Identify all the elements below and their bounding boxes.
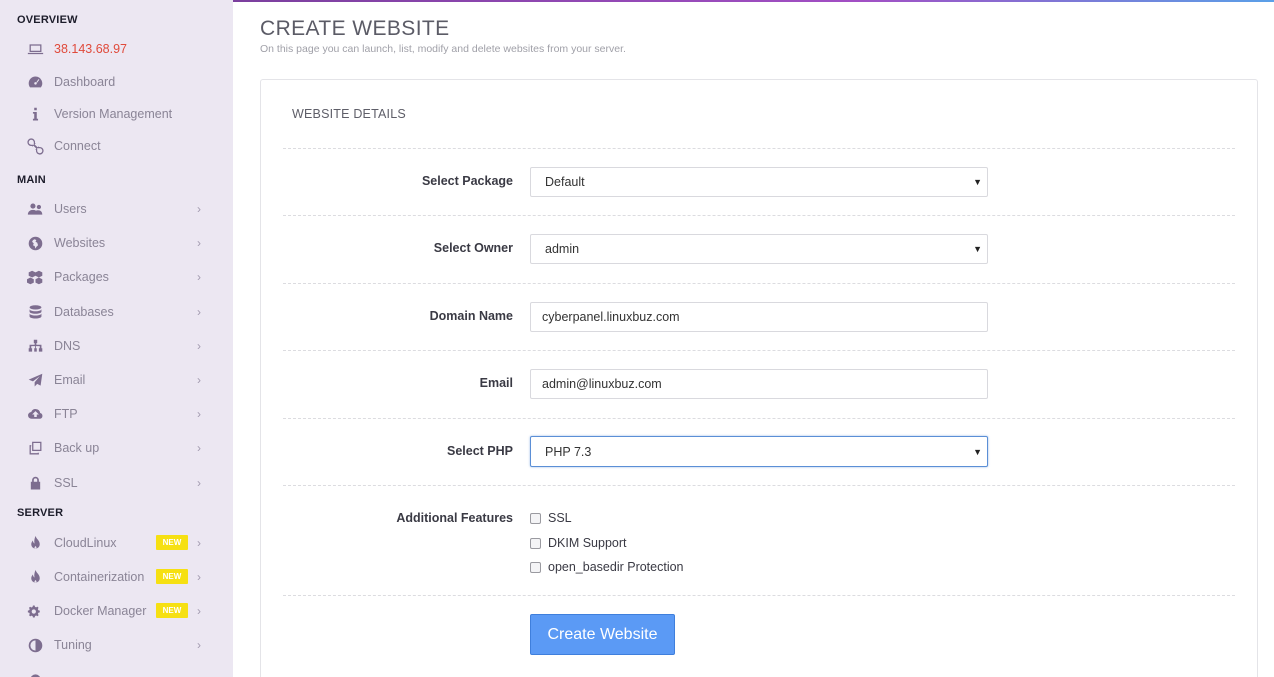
select-php-value: PHP 7.3 [545, 444, 592, 459]
sidebar-item-partial[interactable] [0, 664, 233, 677]
email-value: admin@linuxbuz.com [542, 377, 662, 391]
divider [283, 215, 1235, 216]
sidebar-item-ftp[interactable]: FTP › [0, 399, 233, 429]
gear-icon [26, 670, 44, 677]
laptop-icon [26, 40, 44, 58]
sidebar-item-docker-manager[interactable]: Docker Manager NEW › [0, 596, 233, 626]
email-input[interactable]: admin@linuxbuz.com [530, 369, 988, 399]
ssl-checkbox-row[interactable]: SSL [530, 509, 572, 527]
chevron-right-icon: › [197, 202, 201, 216]
sidebar-item-ssl[interactable]: SSL › [0, 468, 233, 498]
additional-features-label: Additional Features [396, 511, 513, 525]
divider [283, 485, 1235, 486]
email-label: Email [479, 376, 513, 390]
domain-name-input[interactable]: cyberpanel.linuxbuz.com [530, 302, 988, 332]
divider [283, 418, 1235, 419]
link-icon [26, 137, 44, 155]
sidebar-item-label: CloudLinux [54, 536, 117, 550]
sidebar-item-packages[interactable]: Packages › [0, 262, 233, 292]
select-php-label: Select PHP [446, 444, 513, 458]
cloud-upload-icon [26, 405, 44, 423]
open-basedir-checkbox[interactable] [530, 561, 541, 573]
sidebar-item-label: SSL [54, 476, 78, 490]
sidebar: OVERVIEW 38.143.68.97 Dashboard Version … [0, 0, 233, 677]
select-package-dropdown[interactable]: Default ▼ [530, 167, 988, 197]
sidebar-item-tuning[interactable]: Tuning › [0, 630, 233, 660]
users-icon [26, 200, 44, 218]
chevron-right-icon: › [197, 570, 201, 584]
sidebar-item-label: DNS [54, 339, 81, 353]
sidebar-item-label: 38.143.68.97 [54, 42, 127, 56]
open-basedir-checkbox-label: open_basedir Protection [548, 560, 684, 574]
panel-title: WEBSITE DETAILS [292, 107, 406, 121]
domain-name-label: Domain Name [429, 309, 513, 323]
sidebar-item-version-management[interactable]: Version Management [0, 99, 233, 129]
dashboard-icon [26, 73, 44, 91]
chevron-right-icon: › [197, 476, 201, 490]
select-owner-label: Select Owner [433, 241, 513, 255]
dkim-checkbox-label: DKIM Support [548, 536, 627, 550]
sidebar-item-label: Packages [54, 270, 109, 284]
ssl-checkbox-label: SSL [548, 511, 572, 525]
info-icon [26, 105, 44, 123]
dkim-checkbox-row[interactable]: DKIM Support [530, 534, 627, 552]
sitemap-icon [26, 337, 44, 355]
adjust-icon [26, 636, 44, 654]
select-package-label: Select Package [421, 174, 513, 188]
sidebar-item-label: Version Management [54, 107, 173, 121]
caret-down-icon: ▼ [973, 244, 982, 254]
new-badge: NEW [156, 569, 188, 584]
select-php-dropdown[interactable]: PHP 7.3 ▼ [530, 436, 988, 467]
chevron-right-icon: › [197, 339, 201, 353]
select-owner-value: admin [545, 242, 580, 256]
sidebar-item-server-ip[interactable]: 38.143.68.97 [0, 34, 233, 64]
sidebar-item-users[interactable]: Users › [0, 194, 233, 224]
fire-icon [26, 568, 44, 586]
sidebar-item-dns[interactable]: DNS › [0, 331, 233, 361]
create-website-button[interactable]: Create Website [530, 614, 675, 655]
domain-name-value: cyberpanel.linuxbuz.com [542, 310, 680, 324]
caret-down-icon: ▼ [973, 177, 982, 187]
chevron-right-icon: › [197, 407, 201, 421]
caret-down-icon: ▼ [973, 447, 982, 457]
sidebar-item-label: FTP [54, 407, 78, 421]
sidebar-item-label: Users [54, 202, 87, 216]
sidebar-item-label: Docker Manager [54, 604, 147, 618]
new-badge: NEW [156, 603, 188, 618]
new-badge: NEW [156, 535, 188, 550]
sidebar-item-connect[interactable]: Connect [0, 131, 233, 161]
cogs-icon [26, 602, 44, 620]
lock-icon [26, 474, 44, 492]
sidebar-item-label: Tuning [54, 638, 92, 652]
chevron-right-icon: › [197, 536, 201, 550]
page-title: CREATE WEBSITE [260, 17, 450, 40]
divider [283, 283, 1235, 284]
chevron-right-icon: › [197, 270, 201, 284]
dkim-checkbox[interactable] [530, 537, 541, 549]
sidebar-section-overview: OVERVIEW [17, 14, 78, 26]
cubes-icon [26, 268, 44, 286]
sidebar-item-label: Connect [54, 139, 101, 153]
ssl-checkbox[interactable] [530, 512, 541, 524]
sidebar-item-containerization[interactable]: Containerization NEW › [0, 562, 233, 592]
open-basedir-checkbox-row[interactable]: open_basedir Protection [530, 558, 684, 576]
divider [283, 595, 1235, 596]
chevron-right-icon: › [197, 638, 201, 652]
page-subtitle: On this page you can launch, list, modif… [260, 43, 626, 55]
sidebar-item-label: Containerization [54, 570, 145, 584]
fire-icon [26, 534, 44, 552]
select-package-value: Default [545, 175, 585, 189]
select-owner-dropdown[interactable]: admin ▼ [530, 234, 988, 264]
divider [283, 350, 1235, 351]
divider [283, 148, 1235, 149]
chevron-right-icon: › [197, 604, 201, 618]
sidebar-item-cloudlinux[interactable]: CloudLinux NEW › [0, 528, 233, 558]
top-accent-line [233, 0, 1274, 2]
sidebar-item-dashboard[interactable]: Dashboard [0, 67, 233, 97]
sidebar-item-label: Dashboard [54, 75, 116, 89]
